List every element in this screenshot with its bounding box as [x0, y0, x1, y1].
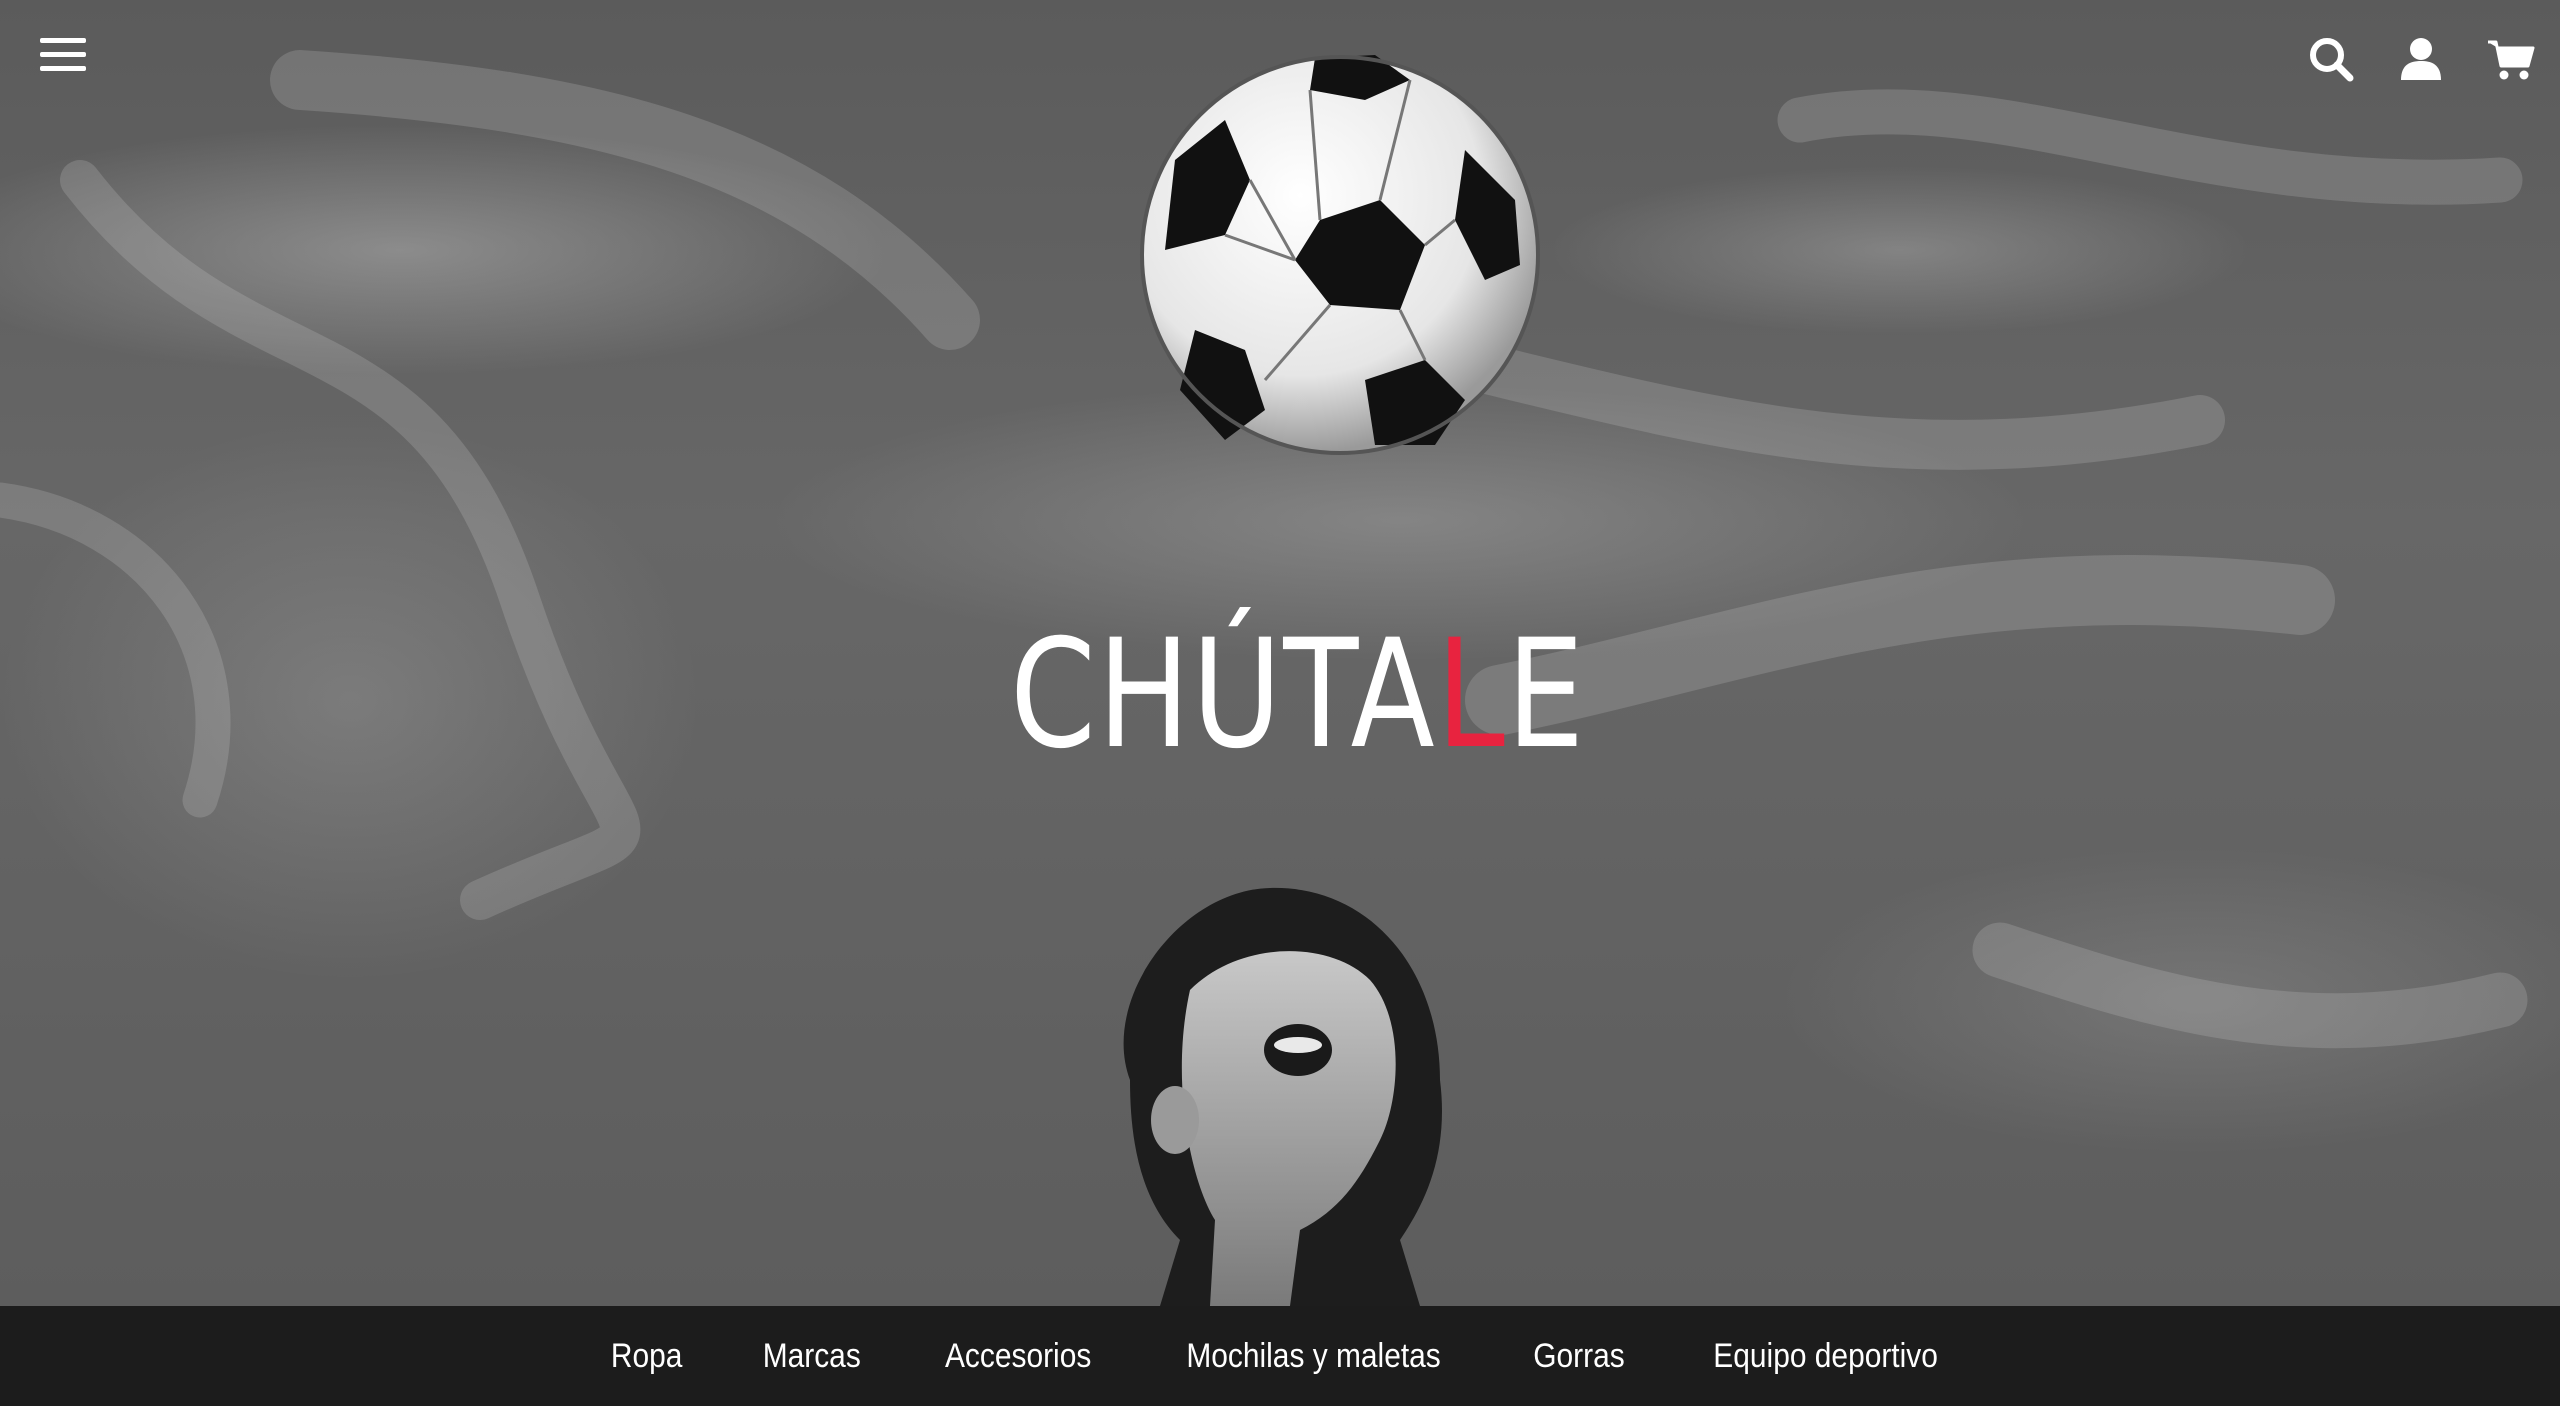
- page: CHÚTALE Ropa Marcas Accesorios Mochilas …: [0, 0, 2560, 1406]
- nav-item-equipo-deportivo[interactable]: Equipo deportivo: [1684, 1337, 1968, 1376]
- nav-item-gorras[interactable]: Gorras: [1503, 1337, 1654, 1376]
- nav-item-marcas[interactable]: Marcas: [732, 1337, 890, 1376]
- nav-item-accesorios[interactable]: Accesorios: [915, 1337, 1121, 1376]
- nav-item-mochilas-y-maletas[interactable]: Mochilas y maletas: [1157, 1337, 1471, 1376]
- nav-item-ropa[interactable]: Ropa: [581, 1337, 712, 1376]
- logo-wordmark: CHÚTALE: [1010, 610, 1586, 780]
- search-icon[interactable]: [2306, 34, 2356, 84]
- user-icon[interactable]: [2396, 34, 2446, 84]
- brand-logo[interactable]: CHÚTALE: [1010, 610, 1584, 780]
- header-actions: [2306, 34, 2536, 84]
- logo-text-main: CHÚTA: [1010, 608, 1437, 782]
- soccer-ball-image: [1140, 55, 1540, 455]
- player-photo: [1123, 887, 1442, 1306]
- hero-banner: CHÚTALE: [0, 0, 2560, 1306]
- category-nav: Ropa Marcas Accesorios Mochilas y maleta…: [0, 1306, 2560, 1406]
- hamburger-menu-icon[interactable]: [40, 36, 86, 76]
- logo-text-accent: L: [1436, 608, 1507, 782]
- logo-text-end: E: [1506, 608, 1586, 782]
- cart-icon[interactable]: [2486, 34, 2536, 84]
